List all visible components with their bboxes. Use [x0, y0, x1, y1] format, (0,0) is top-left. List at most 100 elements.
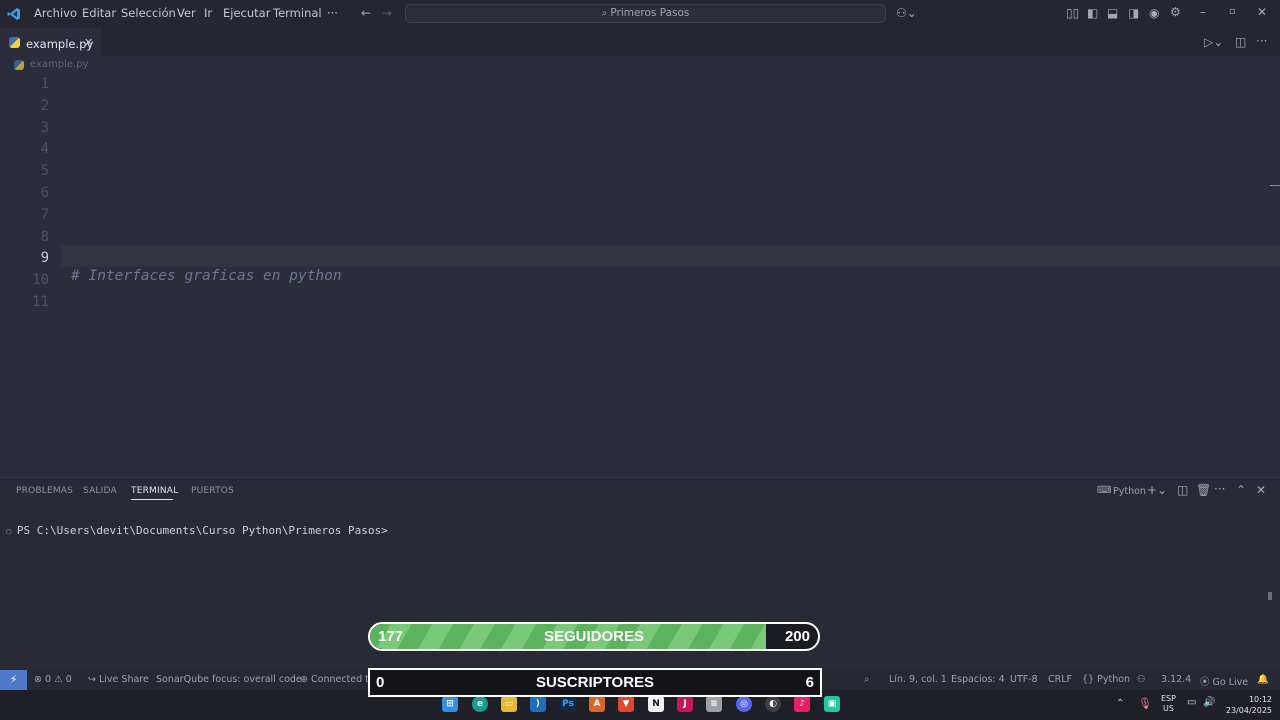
- close-window-icon[interactable]: ✕: [1257, 6, 1267, 18]
- tab-example-py[interactable]: example.py ✕: [0, 28, 101, 56]
- editor-more-icon[interactable]: ···: [1256, 35, 1267, 47]
- microphone-icon[interactable]: 🎙: [1138, 697, 1152, 710]
- vscode-logo-icon: [7, 6, 21, 20]
- close-panel-icon[interactable]: ✕: [1256, 484, 1266, 496]
- network-icon[interactable]: ▭: [1187, 697, 1196, 708]
- edge-browser-icon[interactable]: e: [472, 696, 488, 712]
- tab-terminal[interactable]: TERMINAL: [131, 486, 178, 496]
- minimize-icon[interactable]: –: [1200, 6, 1206, 18]
- warning-icon: ⚠: [54, 674, 63, 685]
- python-version[interactable]: 3.12.4: [1161, 674, 1191, 685]
- new-terminal-plus-icon[interactable]: +⌄: [1147, 484, 1167, 496]
- line-number: 4: [40, 141, 49, 158]
- menu-more[interactable]: ···: [327, 6, 338, 20]
- language-indicator[interactable]: ESP US: [1161, 694, 1176, 714]
- toggle-secondary-sidebar-icon[interactable]: ◨: [1128, 7, 1139, 19]
- account-icon[interactable]: ◉: [1149, 7, 1159, 19]
- restore-icon[interactable]: ▫: [1229, 7, 1236, 17]
- problems-indicator[interactable]: ⊗ 0 ⚠ 0: [34, 674, 72, 685]
- braces-icon: {}: [1082, 674, 1095, 685]
- jetbrains-icon[interactable]: J: [677, 696, 693, 712]
- tab-problemas[interactable]: PROBLEMAS: [16, 486, 73, 496]
- breadcrumb: example.py: [0, 56, 1280, 74]
- tab-salida[interactable]: SALIDA: [83, 486, 117, 496]
- indentation[interactable]: Espacios: 4: [951, 674, 1005, 685]
- menu-archivo[interactable]: Archivo: [34, 6, 77, 20]
- maximize-panel-chevron-up-icon[interactable]: ⌃: [1236, 484, 1246, 496]
- menu-terminal[interactable]: Terminal: [273, 6, 322, 20]
- remote-indicator-icon[interactable]: ⚡: [0, 670, 27, 690]
- notion-icon[interactable]: N: [648, 696, 664, 712]
- encoding[interactable]: UTF-8: [1010, 674, 1038, 685]
- current-line-highlight: [61, 245, 1280, 267]
- warning-count: 0: [65, 674, 72, 685]
- kill-terminal-trash-icon[interactable]: 🗑: [1196, 484, 1211, 496]
- app-a-icon[interactable]: A: [589, 696, 605, 712]
- tray-chevron-up-icon[interactable]: ⌃: [1116, 698, 1124, 709]
- go-live-button[interactable]: ⦿ Go Live: [1200, 674, 1248, 688]
- toggle-panel-icon[interactable]: ⬓: [1107, 7, 1118, 19]
- menu-ejecutar[interactable]: Ejecutar: [223, 6, 270, 20]
- menu-editar[interactable]: Editar: [82, 6, 116, 20]
- split-editor-icon[interactable]: ◫: [1235, 36, 1246, 48]
- scrollbar-marker[interactable]: [1270, 185, 1280, 186]
- brave-browser-icon[interactable]: ▼: [618, 696, 634, 712]
- line-number: 8: [40, 228, 49, 245]
- volume-icon[interactable]: 🔊: [1203, 697, 1215, 708]
- settings-gear-icon[interactable]: ⚙: [1170, 6, 1181, 18]
- globe-icon: ⊕: [300, 674, 308, 685]
- back-arrow-icon[interactable]: ←: [361, 7, 371, 19]
- cursor-position[interactable]: Lín. 9, col. 1: [889, 674, 947, 685]
- vscode-taskbar-icon[interactable]: ⟩: [530, 696, 546, 712]
- discord-icon[interactable]: ◎: [736, 696, 752, 712]
- language-mode[interactable]: {} Python: [1082, 674, 1130, 685]
- tiktok-icon[interactable]: ♪: [794, 696, 810, 712]
- run-python-icon[interactable]: ▷⌄: [1204, 36, 1223, 48]
- active-tab-underline: [131, 499, 173, 500]
- command-center-search[interactable]: ⌕ Primeros Pasos: [405, 4, 886, 23]
- sonarqube-focus[interactable]: SonarQube focus: overall code: [156, 674, 302, 685]
- database-icon[interactable]: ≡: [706, 696, 722, 712]
- copilot-status-icon[interactable]: ⚇: [1137, 674, 1146, 685]
- error-count: 0: [45, 674, 52, 685]
- streamlabs-icon[interactable]: ▣: [824, 696, 840, 712]
- line-number: 1: [40, 76, 49, 92]
- live-share-button[interactable]: ↪ Live Share: [88, 674, 149, 685]
- windows-start-icon[interactable]: ⊞: [442, 696, 458, 712]
- search-label: Primeros Pasos: [610, 7, 690, 19]
- menu-ir[interactable]: Ir: [204, 6, 212, 20]
- end-of-line[interactable]: CRLF: [1048, 674, 1072, 685]
- breadcrumb-file[interactable]: example.py: [30, 59, 89, 70]
- broadcast-icon: ⦿: [1200, 677, 1210, 688]
- customize-layout-icon[interactable]: ▯▯: [1066, 7, 1079, 19]
- live-share-label: Live Share: [99, 674, 149, 685]
- line-number: 6: [40, 185, 49, 201]
- terminal-shell-label[interactable]: Python: [1113, 486, 1146, 497]
- close-tab-icon[interactable]: ✕: [84, 36, 93, 49]
- clock[interactable]: 10:12 23/04/2025: [1222, 694, 1272, 716]
- python-file-icon: [14, 60, 24, 70]
- menu-seleccion[interactable]: Selección: [121, 6, 176, 20]
- clock-time: 10:12: [1248, 695, 1272, 704]
- copilot-icon[interactable]: ⚇⌄: [896, 7, 917, 19]
- terminal-line[interactable]: ○ PS C:\Users\devit\Documents\Curso Pyth…: [6, 524, 388, 537]
- tab-puertos[interactable]: PUERTOS: [191, 486, 234, 496]
- terminal-scrollbar[interactable]: [1268, 592, 1272, 600]
- live-share-icon: ↪: [88, 674, 96, 685]
- forward-arrow-icon[interactable]: →: [382, 7, 392, 19]
- obs-icon[interactable]: ◐: [765, 696, 781, 712]
- panel-more-icon[interactable]: ···: [1214, 483, 1225, 495]
- file-explorer-icon[interactable]: ▭: [501, 696, 517, 712]
- notifications-bell-icon[interactable]: 🔔: [1257, 674, 1269, 685]
- split-terminal-icon[interactable]: ◫: [1177, 484, 1188, 496]
- menu-ver[interactable]: Ver: [177, 6, 196, 20]
- go-live-label: Go Live: [1212, 677, 1249, 688]
- line-number: 7: [40, 206, 49, 223]
- python-file-icon: [9, 37, 20, 48]
- followers-goal-bar: 177 SEGUIDORES 200: [368, 622, 820, 651]
- zoom-icon[interactable]: ⌕: [864, 674, 869, 685]
- clock-date: 23/04/2025: [1225, 706, 1272, 715]
- code-comment[interactable]: # Interfaces graficas en python: [71, 268, 342, 284]
- toggle-sidebar-icon[interactable]: ◧: [1087, 7, 1098, 19]
- photoshop-icon[interactable]: Ps: [560, 696, 576, 712]
